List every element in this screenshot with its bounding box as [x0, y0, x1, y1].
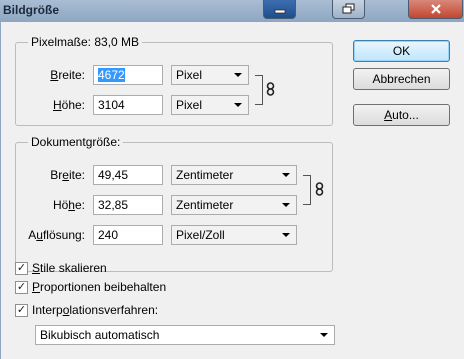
doc-height-unit-select[interactable]: Zentimeter [171, 195, 297, 215]
chevron-down-icon [282, 173, 290, 177]
chevron-down-icon [320, 333, 328, 337]
title-bar[interactable]: Bildgröße [0, 0, 464, 22]
resample-method-select[interactable]: Bikubisch automatisch [35, 325, 335, 345]
image-size-dialog: Bildgröße Pixelmaße: 83,0 MB Breite: 467… [0, 0, 464, 359]
pixel-height-field[interactable]: 3104 [93, 95, 163, 115]
doc-height-label: Höhe: [52, 198, 85, 212]
doc-width-label: Breite: [50, 168, 85, 182]
pixel-height-label: Höhe: [52, 98, 85, 112]
resolution-field[interactable]: 240 [93, 225, 163, 245]
minimize-icon [274, 9, 285, 14]
close-button[interactable] [408, 0, 463, 19]
scale-styles-label: Stile skalieren [32, 261, 107, 275]
doc-height-unit: Zentimeter [176, 198, 234, 212]
restore-icon [342, 3, 354, 14]
checkmark-icon: ✓ [15, 303, 28, 317]
chevron-down-icon [234, 73, 242, 77]
resolution-unit-select[interactable]: Pixel/Zoll [171, 225, 297, 245]
doc-height-field[interactable]: 32,85 [93, 195, 163, 215]
pixel-dimensions-legend: Pixelmaße: 83,0 MB [28, 35, 143, 49]
pixel-width-unit-select[interactable]: Pixel [171, 65, 249, 85]
constrain-proportions-label: Proportionen beibehalten [32, 280, 167, 294]
constrain-proportions-checkbox[interactable]: ✓ Proportionen beibehalten [15, 280, 166, 294]
pixel-width-field[interactable]: 4672 [93, 65, 163, 85]
resample-method-value: Bikubisch automatisch [40, 328, 160, 342]
document-size-legend: Dokumentgröße: [28, 135, 124, 149]
close-icon [430, 4, 441, 14]
checkmark-icon: ✓ [15, 280, 28, 294]
pixel-width-value: 4672 [98, 68, 125, 82]
chevron-down-icon [282, 233, 290, 237]
doc-width-unit-select[interactable]: Zentimeter [171, 165, 297, 185]
doc-width-unit: Zentimeter [176, 168, 234, 182]
resample-checkbox[interactable]: ✓ Interpolationsverfahren: [15, 303, 158, 317]
maximize-button[interactable] [332, 0, 365, 19]
pixel-width-unit: Pixel [176, 68, 203, 82]
resolution-label: Auflösung: [28, 228, 85, 242]
window-title: Bildgröße [3, 3, 59, 17]
cancel-button[interactable]: Abbrechen [353, 68, 450, 90]
checkmark-icon: ✓ [15, 261, 28, 275]
chain-link-icon [266, 82, 275, 99]
scale-styles-checkbox[interactable]: ✓ Stile skalieren [15, 261, 107, 275]
chevron-down-icon [234, 103, 242, 107]
resolution-unit: Pixel/Zoll [176, 228, 225, 242]
chain-link-icon [315, 182, 324, 199]
doc-width-field[interactable]: 49,45 [93, 165, 163, 185]
chevron-down-icon [282, 203, 290, 207]
doc-link-bracket [303, 175, 311, 205]
pixel-link-bracket [255, 75, 263, 105]
ok-button[interactable]: OK [353, 40, 450, 62]
auto-button[interactable]: Auto... [353, 104, 450, 126]
pixel-height-unit: Pixel [176, 98, 203, 112]
pixel-width-label: Breite: [50, 68, 85, 82]
pixel-height-unit-select[interactable]: Pixel [171, 95, 249, 115]
resample-label: Interpolationsverfahren: [32, 303, 159, 317]
dialog-body: Pixelmaße: 83,0 MB Breite: 4672 Pixel Hö… [0, 22, 464, 359]
minimize-button[interactable] [263, 0, 296, 19]
